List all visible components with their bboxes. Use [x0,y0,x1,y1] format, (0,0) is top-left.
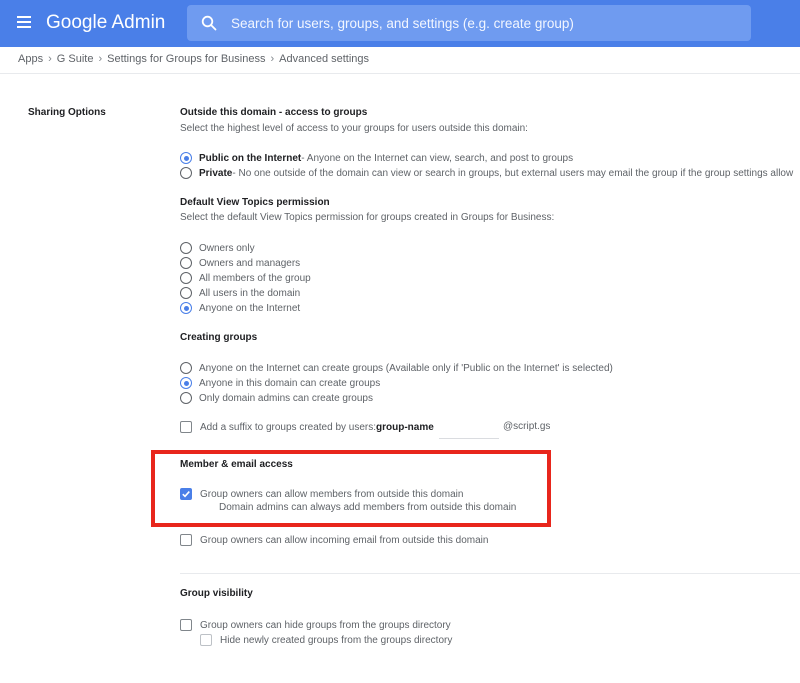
suffix-input[interactable] [439,416,499,439]
radio-anyone-internet[interactable]: Anyone on the Internet [180,301,300,315]
radio-create-admins[interactable]: Only domain admins can create groups [180,391,373,405]
radio-unselected-icon[interactable] [180,242,192,254]
section-divider [180,573,800,574]
suffix-domain: @script.gs [503,421,551,432]
checkmark-icon [182,491,190,498]
view-topics-desc: Select the default View Topics permissio… [180,212,555,223]
view-topics-heading: Default View Topics permission [180,197,330,208]
option-label: Owners and managers [199,257,301,269]
search-icon[interactable] [201,15,217,31]
radio-unselected-icon[interactable] [180,362,192,374]
option-label: All members of the group [199,272,311,284]
option-label: Only domain admins can create groups [199,392,373,404]
checkbox-unchecked-icon[interactable] [180,534,192,546]
radio-unselected-icon[interactable] [180,392,192,404]
option-label: Hide newly created groups from the group… [220,634,453,646]
breadcrumb: Apps › G Suite › Settings for Groups for Bus… [18,53,369,65]
public-title: Public on the Internet [199,152,302,164]
chevron-right-icon: › [48,53,52,65]
breadcrumb-groups-settings[interactable]: Settings for Groups for Business [107,53,265,65]
checkbox-add-suffix[interactable]: Add a suffix to groups created by users:… [180,420,434,434]
section-label: Sharing Options [28,107,106,118]
checkbox-unchecked-icon[interactable] [200,634,212,646]
search-input[interactable] [231,5,731,41]
member-access-heading: Member & email access [180,459,293,470]
hamburger-menu-icon[interactable] [17,16,31,28]
suffix-name: group-name [376,421,434,433]
option-label: Anyone on the Internet [199,302,301,314]
radio-all-domain-users[interactable]: All users in the domain [180,286,300,300]
radio-public[interactable]: Public on the Internet - Anyone on the I… [180,151,573,165]
option-label: Group owners can allow members from outs… [200,488,464,500]
private-desc: - No one outside of the domain can view … [232,167,794,179]
breadcrumb-current: Advanced settings [279,53,370,65]
radio-create-internet[interactable]: Anyone on the Internet can create groups… [180,361,613,375]
radio-unselected-icon[interactable] [180,287,192,299]
checkbox-unchecked-icon[interactable] [180,619,192,631]
option-label: Anyone on the Internet can create groups… [199,362,613,374]
option-label: All users in the domain [199,287,301,299]
creating-groups-heading: Creating groups [180,332,258,343]
option-label: Group owners can hide groups from the gr… [200,619,451,631]
radio-owners-managers[interactable]: Owners and managers [180,256,300,270]
top-app-bar: Google Admin [0,0,800,47]
radio-selected-icon[interactable] [180,377,192,389]
radio-private[interactable]: Private - No one outside of the domain c… [180,166,793,180]
radio-unselected-icon[interactable] [180,257,192,269]
checkbox-hide-new-groups[interactable]: Hide newly created groups from the group… [200,633,452,647]
radio-selected-icon[interactable] [180,152,192,164]
app-logo[interactable]: Google Admin [46,12,165,34]
option-label: Group owners can allow incoming email fr… [200,534,489,546]
admin-note: Domain admins can always add members fro… [219,502,517,513]
group-visibility-heading: Group visibility [180,588,253,599]
public-desc: - Anyone on the Internet can view, searc… [301,152,574,164]
outside-domain-desc: Select the highest level of access to yo… [180,123,528,134]
radio-selected-icon[interactable] [180,302,192,314]
private-title: Private [199,167,233,179]
radio-create-domain[interactable]: Anyone in this domain can create groups [180,376,380,390]
suffix-label: Add a suffix to groups created by users: [200,421,377,433]
radio-unselected-icon[interactable] [180,167,192,179]
radio-unselected-icon[interactable] [180,272,192,284]
checkbox-unchecked-icon[interactable] [180,421,192,433]
breadcrumb-apps[interactable]: Apps [18,53,43,65]
breadcrumb-divider [0,73,800,74]
chevron-right-icon: › [98,53,103,65]
breadcrumb-gsuite[interactable]: G Suite [57,53,94,65]
option-label: Anyone in this domain can create groups [199,377,381,389]
radio-owners-only[interactable]: Owners only [180,241,255,255]
checkbox-checked-icon[interactable] [180,488,192,500]
checkbox-allow-incoming-email[interactable]: Group owners can allow incoming email fr… [180,533,488,547]
checkbox-hide-groups[interactable]: Group owners can hide groups from the gr… [180,618,451,632]
search-box[interactable] [187,5,751,41]
checkbox-allow-outside-members[interactable]: Group owners can allow members from outs… [180,487,463,501]
chevron-right-icon: › [270,53,275,65]
option-label: Owners only [199,242,255,254]
radio-all-members[interactable]: All members of the group [180,271,311,285]
outside-domain-heading: Outside this domain - access to groups [180,107,368,118]
